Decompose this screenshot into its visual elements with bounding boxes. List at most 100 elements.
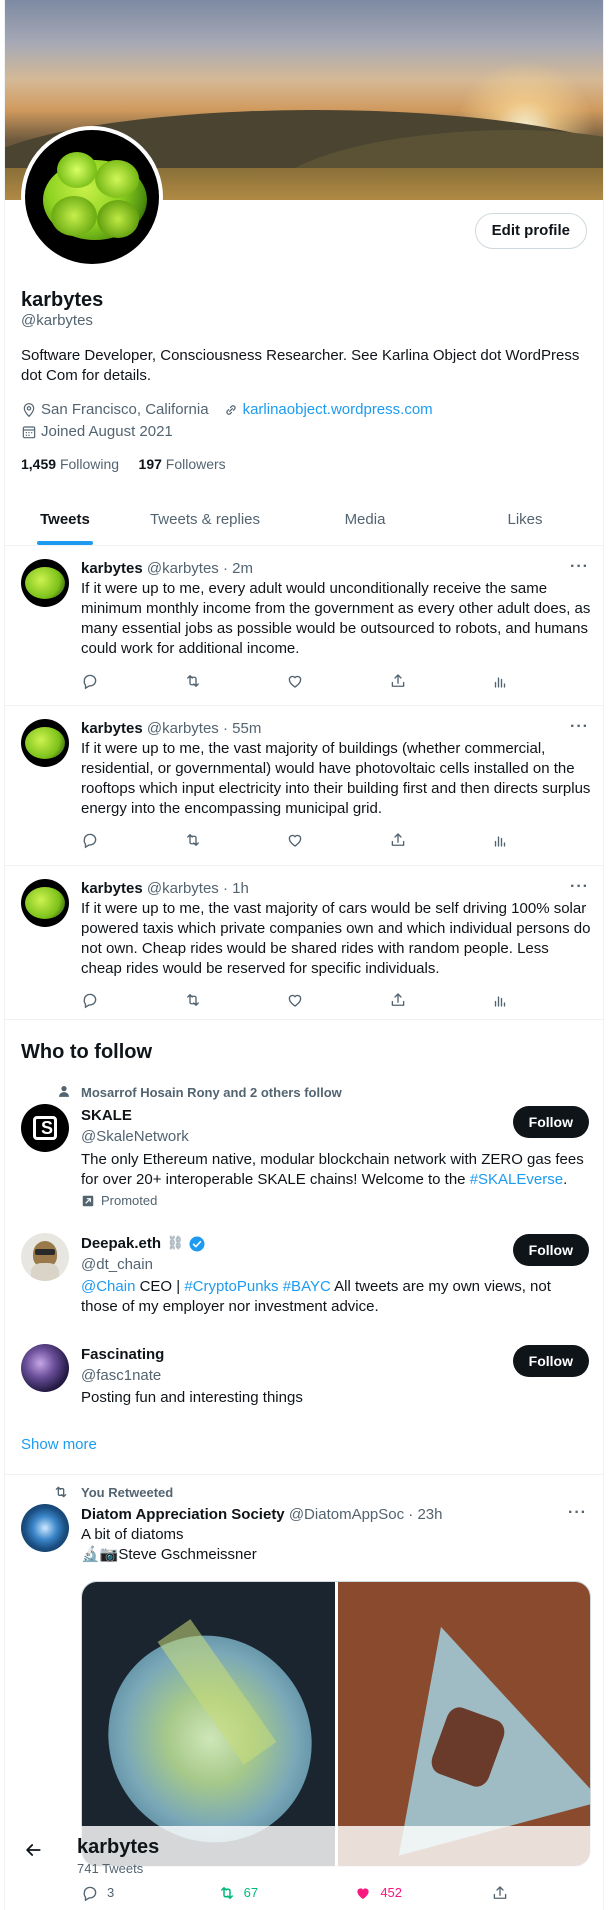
hashtag-link[interactable]: #SKALEverse [470,1171,563,1188]
tweet[interactable]: karbytes @karbytes · 1h ··· If it were u… [5,866,603,1020]
retweet-button[interactable] [184,990,272,1010]
followers-link[interactable]: 197 Followers [139,456,226,472]
suggestion-avatar[interactable] [21,1233,69,1281]
media-image-diatom-cylinder[interactable] [82,1582,335,1866]
more-options-icon[interactable]: ··· [568,1502,587,1524]
tweet-timestamp[interactable]: 55m [232,720,261,737]
media-image-diatom-triangle[interactable] [338,1582,590,1866]
tweet-author-name[interactable]: karbytes [81,720,143,737]
share-button[interactable] [491,1883,511,1903]
retweet-icon [186,675,199,687]
sticky-profile-header: karbytes 741 Tweets [5,1826,603,1881]
analytics-button[interactable] [491,990,511,1010]
edit-profile-button[interactable]: Edit profile [474,213,587,249]
tweet-author-handle[interactable]: @DiatomAppSoc [289,1506,404,1523]
tab-media[interactable]: Media [285,493,445,545]
follow-button[interactable]: Follow [512,1106,589,1138]
more-options-icon[interactable]: ··· [570,876,589,898]
share-button[interactable] [389,830,477,850]
reply-icon [83,1886,97,1902]
profile-tabs: Tweets Tweets & replies Media Likes [5,493,603,546]
tweet-avatar[interactable] [21,1504,69,1552]
profile-joined-row: Joined August 2021 [21,421,187,442]
follow-suggestion[interactable]: Fascinating @fasc1nate Follow Posting fu… [5,1340,603,1420]
tweet-header: karbytes @karbytes · 55m [81,720,262,737]
suggestion-name[interactable]: Deepak.eth ⛓ [81,1233,206,1254]
more-options-icon[interactable]: ··· [570,716,589,738]
calendar-icon [22,425,36,438]
suggestion-name[interactable]: Fascinating [81,1344,164,1365]
analytics-icon [494,836,506,847]
reply-button[interactable] [81,830,169,850]
analytics-button[interactable] [491,830,511,850]
suggestion-handle[interactable]: @dt_chain [81,1254,153,1275]
show-more-link[interactable]: Show more [21,1434,97,1455]
more-options-icon[interactable]: ··· [570,556,589,578]
tweet-media-grid[interactable] [81,1581,591,1867]
who-to-follow-title: Who to follow [21,1041,153,1063]
profile-website[interactable]: karlinaobject.wordpress.com [223,399,433,420]
analytics-button[interactable] [491,671,511,691]
suggestion-name[interactable]: SKALE [81,1105,132,1126]
heart-icon [288,834,302,847]
suggestion-handle[interactable]: @fasc1nate [81,1365,161,1386]
tweet-avatar[interactable] [21,879,69,927]
following-label: Following [59,456,120,472]
suggestion-avatar[interactable]: S [21,1104,69,1152]
like-button[interactable] [286,990,374,1010]
suggestion-description: Posting fun and interesting things [81,1389,303,1406]
like-button[interactable] [286,830,374,850]
link-icon [225,404,236,415]
share-icon [391,674,404,687]
retweet-button[interactable] [184,671,272,691]
suggestion-description: The only Ethereum native, modular blockc… [81,1151,584,1188]
sticky-profile-name: karbytes [77,1836,160,1858]
follow-button[interactable]: Follow [512,1234,589,1266]
follow-button[interactable]: Follow [512,1345,589,1377]
tab-likes[interactable]: Likes [445,493,603,545]
tweet-timestamp[interactable]: 1h [232,880,249,897]
follow-suggestion[interactable]: Deepak.eth ⛓ @dt_chain Follow @Chain CEO… [5,1229,603,1334]
share-button[interactable] [389,990,477,1010]
tab-tweets[interactable]: Tweets [5,493,125,545]
tweet[interactable]: karbytes @karbytes · 2m ··· If it were u… [5,546,603,706]
tweet-author-handle[interactable]: @karbytes [147,720,219,737]
suggestion-handle[interactable]: @SkaleNetwork [81,1126,189,1147]
mention-link[interactable]: @Chain [81,1278,135,1295]
tab-tweets-replies[interactable]: Tweets & replies [125,493,285,545]
reply-count: 3 [107,1884,115,1900]
tweet-timestamp[interactable]: 2m [232,560,253,577]
tweet-avatar[interactable] [21,559,69,607]
like-button[interactable] [286,671,374,691]
tweet-timestamp[interactable]: 23h [417,1506,442,1523]
suggestion-avatar[interactable] [21,1344,69,1392]
analytics-icon [494,996,506,1007]
tweet-author-name[interactable]: karbytes [81,560,143,577]
reply-button[interactable] [81,671,169,691]
following-count: 1,459 [21,456,57,472]
social-context: Mosarrof Hosain Rony and 2 others follow [81,1085,342,1100]
hashtag-link[interactable]: #CryptoPunks [184,1278,278,1295]
website-link[interactable]: karlinaobject.wordpress.com [243,399,433,420]
followers-label: Followers [165,456,226,472]
profile-avatar[interactable] [21,126,163,268]
following-link[interactable]: 1,459 Following [21,456,119,472]
verified-badge-icon [189,1236,205,1251]
tweet[interactable]: karbytes @karbytes · 55m ··· If it were … [5,706,603,866]
tweet-avatar[interactable] [21,719,69,767]
reply-button[interactable] [81,990,169,1010]
profile-location: San Francisco, California [21,399,209,420]
tweet-author-handle[interactable]: @karbytes [147,880,219,897]
follow-suggestion[interactable]: Mosarrof Hosain Rony and 2 others follow… [5,1080,603,1220]
tweet-author-name[interactable]: karbytes [81,880,143,897]
section-divider [5,1474,603,1475]
retweet-button[interactable] [184,830,272,850]
tweet-author-name[interactable]: Diatom Appreciation Society [81,1506,285,1523]
share-button[interactable] [389,671,477,691]
hashtag-link[interactable]: #BAYC [283,1278,331,1295]
back-arrow-icon[interactable] [23,1840,43,1860]
retweet-button[interactable]: 67 [218,1883,306,1903]
tweet-author-handle[interactable]: @karbytes [147,560,219,577]
reply-button[interactable]: 3 [81,1883,169,1903]
like-button[interactable]: 452 [354,1883,442,1903]
